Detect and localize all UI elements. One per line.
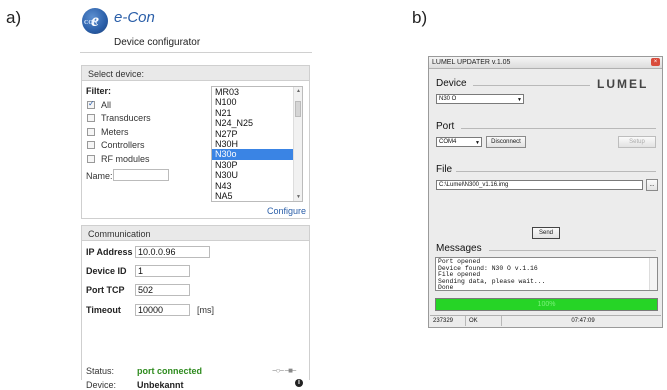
browse-button[interactable]: ... [646,179,658,191]
name-label: Name: [86,171,113,181]
filter-label: Filter: [86,86,112,96]
econ-logo-small: CON [84,20,98,26]
device-list-scrollbar[interactable]: ▲ ▼ [293,87,302,201]
port-tcp-input[interactable]: 502 [135,284,190,296]
chevron-down-icon: ▼ [517,97,522,103]
chevron-down-icon: ▼ [475,140,480,146]
messages-scrollbar[interactable] [649,258,657,290]
device-select[interactable]: N30 O ▼ [436,94,524,104]
window-title: LUMEL UPDATER v.1.05 [432,59,511,66]
info-icon[interactable]: i [295,379,303,387]
messages-log[interactable]: Port opened Device found: N30 O v.1.16 Fil… [435,257,658,291]
figure-label-a: a) [6,8,22,27]
port-section-label: Port [436,121,455,132]
port-select[interactable]: COM4 ▼ [436,137,482,147]
messages-section-label: Messages [436,243,482,254]
device-select-value: N30 O [439,96,457,102]
timeout-input[interactable]: 10000 [135,304,190,316]
device-id-input[interactable]: 1 [135,265,190,277]
status-value: port connected [137,366,203,376]
setup-button[interactable]: Setup [618,136,656,148]
messages-section-line [489,250,656,251]
device-list-item[interactable]: NA5 [212,191,302,201]
filter-label-item[interactable]: Meters [101,127,129,137]
ip-address-label: IP Address [86,247,133,257]
econ-title-prefix: e- [114,9,128,26]
device-value: Unbekannt [137,380,184,390]
device-list-item[interactable]: N30H [212,139,302,149]
progress-bar: 100% [435,298,658,311]
filter-checkbox[interactable] [87,99,95,109]
device-list[interactable]: MR03 N100 N21 N24_N25 N27P N30H N30o N30P N30U N4… [211,86,303,202]
port-tcp-label: Port TCP [86,285,125,295]
timeout-label: Timeout [86,305,121,315]
filter-label-item[interactable]: RF modules [101,154,150,164]
econ-divider [80,52,312,53]
filter-checkbox[interactable] [87,114,95,123]
message-line: Sending data, please wait... [438,277,546,285]
filter-checkbox[interactable] [87,154,95,163]
select-device-panel: Select device: Filter: All Transducers Met… [81,65,310,219]
device-label: Device: [86,380,117,390]
communication-panel: Communication IP Address 10.0.0.96 Devic… [81,225,310,390]
disconnect-button[interactable]: Disconnect [486,136,526,148]
port-select-value: COM4 [439,139,457,145]
name-input[interactable] [113,169,169,181]
device-list-item[interactable]: N27P [212,129,302,139]
lumel-updater-window: LUMEL UPDATER v.1.05 × Device LUMEL N30 … [428,56,663,328]
device-list-item[interactable]: MR03 [212,87,302,97]
send-button[interactable]: Send [532,227,560,239]
plug-connected-icon[interactable]: −○− −■− [272,366,297,375]
window-titlebar: LUMEL UPDATER v.1.05 × [429,57,662,69]
device-list-item[interactable]: N24_N25 [212,118,302,128]
econ-app-title: e-Con [114,9,155,26]
configure-link[interactable]: Configure [267,206,306,216]
close-icon[interactable]: × [651,58,660,66]
status-label: Status: [86,366,115,376]
file-path-input[interactable]: C:\Lumel\N300_v1.16.img [436,180,643,190]
scroll-down-icon[interactable]: ▼ [296,194,301,200]
device-list-item[interactable]: N30P [212,160,302,170]
select-device-header: Select device: [82,66,309,81]
status-state: OK [466,316,502,326]
filter-label-item[interactable]: All [101,100,111,110]
econ-title-text: Con [127,9,155,26]
status-bar: 237329 OK 07:47:09 [430,315,661,326]
econ-logo: e CON [82,8,108,34]
ip-address-input[interactable]: 10.0.0.96 [135,246,210,258]
status-bytes: 237329 [430,316,466,326]
file-section-line [456,171,656,172]
device-section-label: Device [436,78,467,89]
figure-label-b: b) [412,8,428,27]
progress-text: 100% [537,301,556,308]
communication-header: Communication [82,226,309,241]
device-list-item[interactable]: N21 [212,108,302,118]
status-time: 07:47:09 [571,318,595,324]
filter-label-item[interactable]: Transducers [101,113,151,123]
device-id-label: Device ID [86,266,127,276]
filter-checkbox[interactable] [87,141,95,150]
scroll-thumb[interactable] [295,101,301,117]
device-list-item[interactable]: N43 [212,181,302,191]
filter-checkbox[interactable] [87,127,95,136]
file-section-label: File [436,164,453,175]
device-list-item[interactable]: N30o [212,149,302,160]
scroll-up-icon[interactable]: ▲ [296,88,301,94]
timeout-unit: [ms] [197,305,214,315]
device-section-line [473,85,590,86]
device-list-item[interactable]: N30U [212,170,302,180]
lumel-brand-logo: LUMEL [597,77,649,91]
econ-subtitle: Device configurator [114,37,201,48]
filter-label-item[interactable]: Controllers [101,140,145,150]
port-section-line [461,128,656,129]
message-line: Done [438,284,454,291]
device-list-item[interactable]: N100 [212,97,302,107]
